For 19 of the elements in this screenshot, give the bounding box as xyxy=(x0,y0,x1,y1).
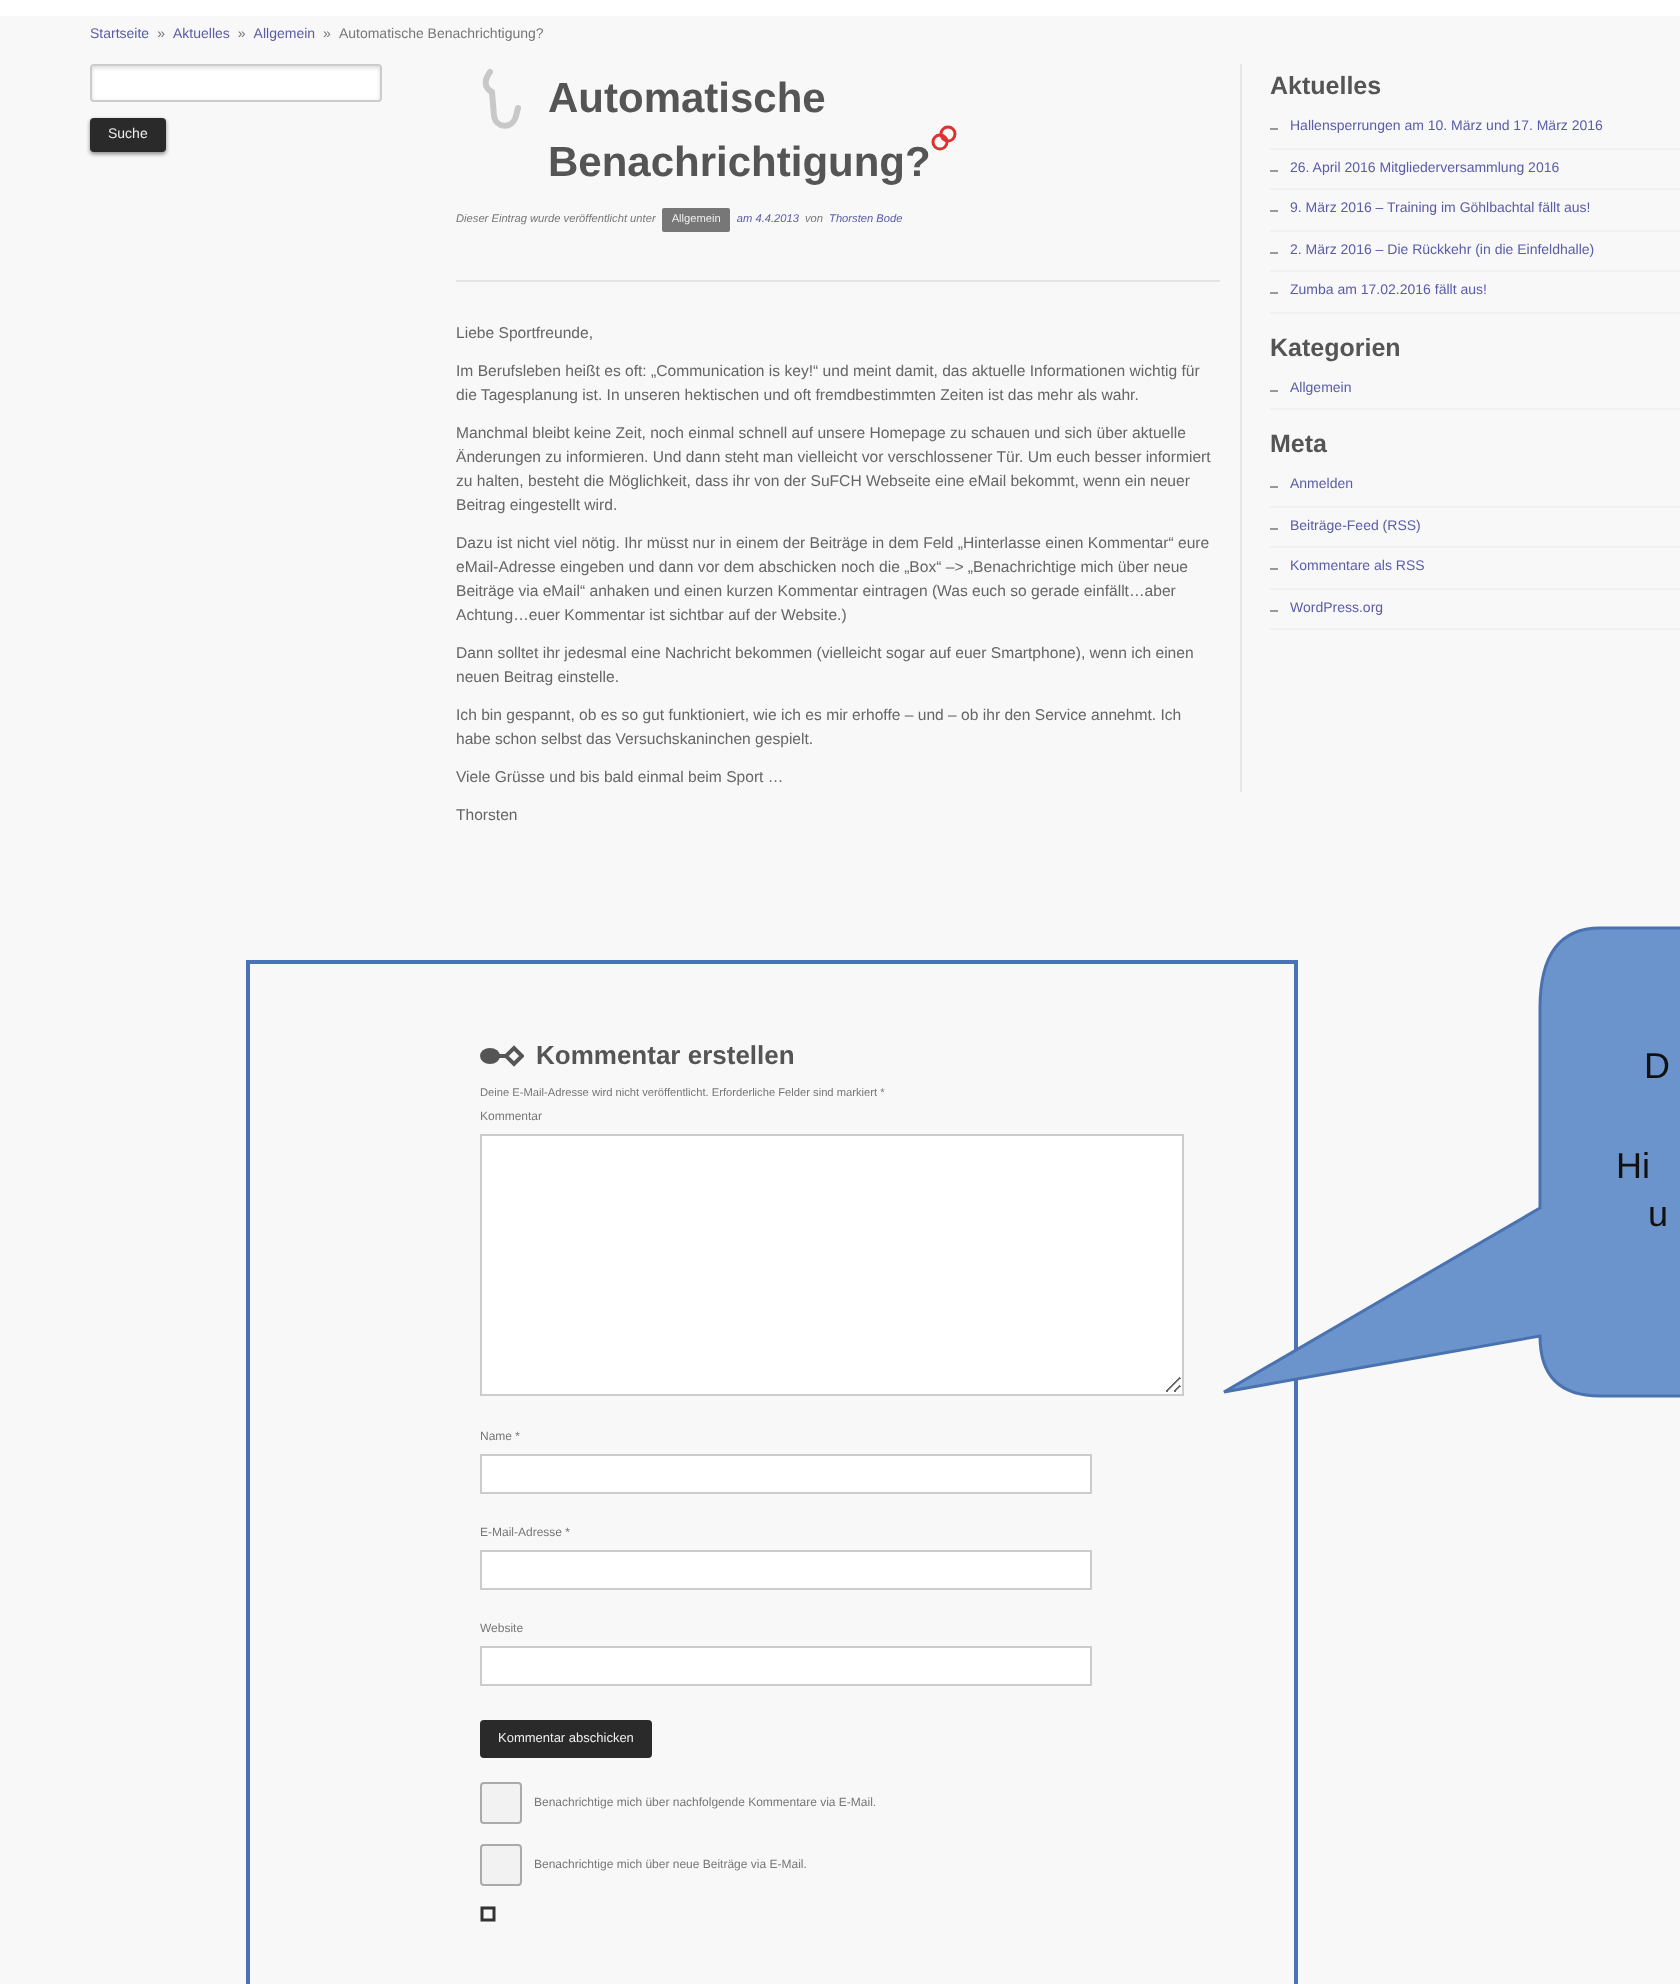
hook-icon xyxy=(480,68,524,132)
small-square-icon xyxy=(480,1906,496,1922)
widget-heading: Aktuelles xyxy=(1270,72,1384,100)
comment-field[interactable] xyxy=(480,1134,1184,1396)
form-title: Kommentar erstellen xyxy=(536,1040,795,1070)
input-field[interactable] xyxy=(480,1454,1092,1494)
plug-icon xyxy=(480,1043,524,1067)
callout-text: Hi xyxy=(1616,1146,1650,1186)
input-field[interactable] xyxy=(480,1550,1092,1590)
widget-heading: Meta xyxy=(1270,430,1329,458)
search-field[interactable] xyxy=(90,64,382,102)
input-field[interactable] xyxy=(480,1646,1092,1686)
callout-text: D xyxy=(1644,1046,1670,1086)
widget-heading: Kategorien xyxy=(1270,333,1403,361)
checkbox[interactable] xyxy=(480,1844,522,1886)
checkbox[interactable] xyxy=(480,1782,522,1824)
link-icon[interactable] xyxy=(930,124,959,152)
post-title: Automatische Benachrichtigung? xyxy=(548,76,931,186)
callout-text: u xyxy=(1648,1194,1669,1234)
